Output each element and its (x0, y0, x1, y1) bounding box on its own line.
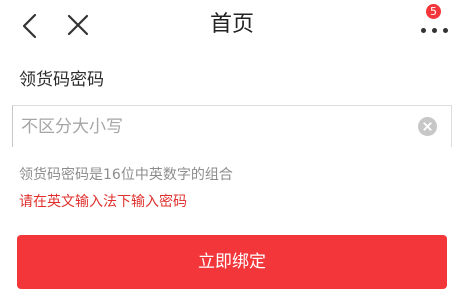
code-password-field (12, 105, 452, 147)
bind-code-page: 首页 5 领货码密码 领货码密码是16位中英数字的组合 请在英文输入法下输入密码… (0, 0, 464, 298)
top-navigation-bar: 首页 5 (0, 0, 464, 52)
bind-now-button[interactable]: 立即绑定 (17, 235, 447, 289)
more-dots-icon (421, 28, 449, 34)
clear-icon[interactable] (418, 117, 437, 136)
back-icon[interactable] (20, 13, 42, 39)
code-password-label: 领货码密码 (19, 70, 104, 90)
notification-badge: 5 (426, 4, 441, 19)
close-icon[interactable] (67, 14, 89, 36)
code-password-input[interactable] (21, 112, 411, 142)
input-method-warning: 请在英文输入法下输入密码 (19, 194, 187, 210)
format-hint: 领货码密码是16位中英数字的组合 (19, 167, 233, 183)
